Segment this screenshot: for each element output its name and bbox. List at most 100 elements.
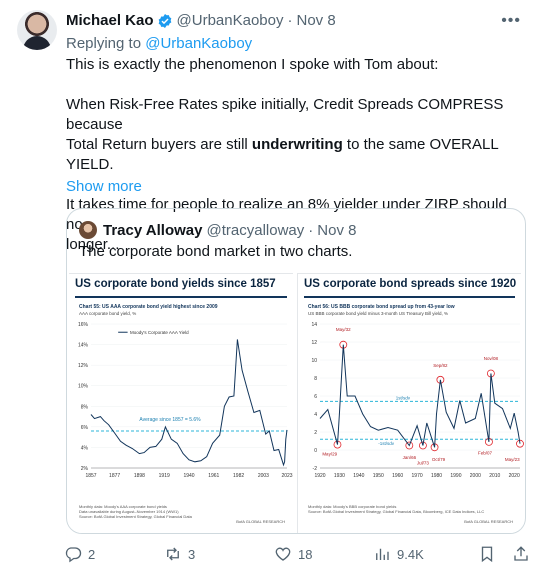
show-more-link[interactable]: Show more [66,178,142,195]
repost-button[interactable]: 3 [164,545,195,563]
annotation-label: May/32 [336,327,351,332]
y-tick-label: 10 [311,358,317,364]
replying-prefix: Replying to [66,35,142,52]
quoted-separator-dot: · [308,221,314,239]
x-tick-label: 2023 [281,473,292,479]
title-rule [304,296,515,298]
spreads-chart-brand: BofA GLOBAL RESEARCH [464,519,513,524]
spreads-chart: -2 0 2 4 6 8 10 12 14 1920 1930 1940 1950 1960 1970 198… [311,322,524,479]
y-tick-label: 8 [314,376,317,382]
x-tick-label: 1950 [373,473,384,479]
y-tick-label: 6 [314,394,317,400]
y-tick-label: 2% [81,466,89,472]
average-label: Average since 1857 = 5.6% [139,417,201,423]
y-tick-label: -2 [313,466,318,472]
y-tick-label: 0 [314,448,317,454]
x-tick-label: 1990 [450,473,461,479]
y-tick-label: 12% [78,363,89,369]
reply-count: 2 [88,546,96,562]
minus-sd-label: -1st/sdv [378,441,395,446]
y-tick-label: 12 [311,340,317,346]
y-tick-label: 10% [78,384,89,390]
verified-badge-icon [158,13,171,28]
spreads-chart-label: Chart 56: US BBB corporate bond spread u… [308,304,455,310]
x-tick-label: 1940 [183,473,194,479]
x-tick-label: 2020 [509,473,520,479]
author-avatar[interactable] [17,10,57,50]
x-tick-label: 1940 [353,473,364,479]
spreads-chart-title: US corporate bond spreads since 1920 [304,278,517,290]
x-tick-label: 1960 [392,473,403,479]
plus-sd-label: 1st/sdv [396,395,411,400]
y-tick-label: 4% [81,445,89,451]
series-line [90,339,288,467]
spreads-chart-panel[interactable]: US corporate bond spreads since 1920 Cha… [297,273,524,533]
bookmark-button[interactable] [478,545,502,563]
y-tick-label: 6% [81,425,89,431]
x-tick-label: 1930 [334,473,345,479]
tweet-line-2a: When Risk-Free Rates spike initially, Cr… [66,96,504,133]
quoted-tweet-date[interactable]: Nov 8 [317,222,356,239]
separator-dot: · [287,12,293,29]
share-button[interactable] [512,545,536,563]
replying-to: Replying to @UrbanKaoboy [66,35,252,52]
y-tick-label: 14% [78,343,89,349]
author-name[interactable]: Michael Kao [66,12,154,29]
quoted-tweet-text: The corporate bond market in two charts. [79,243,353,260]
author-handle[interactable]: @UrbanKaoboy [177,12,284,29]
quoted-tweet[interactable]: Tracy Alloway @tracyalloway · Nov 8 The … [66,208,526,534]
bold-underwriting: underwriting [251,136,343,153]
heart-icon [275,547,291,561]
title-rule [75,296,287,298]
tweet-line-1: This is exactly the phenomenon I spoke w… [66,56,439,73]
repost-icon [167,547,179,561]
y-tick-label: 8% [81,404,89,410]
x-tick-label: 2000 [470,473,481,479]
x-tick-label: 2010 [489,473,500,479]
yields-chart: 2% 4% 6% 8% 10% 12% 14% 16% 1857 1877 1898 1919 1940… [78,322,293,479]
views-chart-icon [376,548,389,560]
like-count: 18 [298,546,313,562]
more-options-icon[interactable]: ••• [501,12,521,30]
tweet-actions: 2 3 18 9.4K [60,545,530,565]
yields-chart-title: US corporate bond yields since 1857 [75,278,276,290]
x-tick-label: 2003 [258,473,269,479]
tweet-date[interactable]: Nov 8 [297,12,336,29]
yields-chart-label: Chart 55: US AAA corporate bond yield hi… [79,304,218,310]
yields-chart-footnote: Monthly data: Moody's AAA corporate bond… [79,504,192,519]
yields-chart-panel[interactable]: US corporate bond yields since 1857 Char… [69,273,293,533]
views-button[interactable]: 9.4K [373,545,424,563]
x-tick-label: 1970 [412,473,423,479]
annotation-label: Oct/79 [432,457,446,462]
annotation-label: May/29 [322,451,337,456]
x-tick-label: 1980 [431,473,442,479]
quoted-author-handle[interactable]: @tracyalloway [207,222,305,239]
x-tick-label: 1877 [109,473,120,479]
spreads-chart-footnote: Monthly data: Moody's BBB corporate bond… [308,504,485,514]
share-icon [514,546,528,561]
annotation-label: Nov/08 [484,356,499,361]
reply-button[interactable]: 2 [64,545,95,563]
views-count: 9.4K [397,546,424,562]
x-tick-label: 1982 [233,473,244,479]
like-button[interactable]: 18 [274,545,312,563]
y-tick-label: 14 [311,322,317,328]
yields-chart-sub: AAA corporate bond yield, % [79,311,137,316]
tweet-header: Michael Kao @UrbanKaoboy · Nov 8 [66,12,336,29]
quoted-author-avatar[interactable] [79,221,97,239]
yields-chart-brand: BofA GLOBAL RESEARCH [236,519,285,524]
y-tick-label: 16% [78,322,89,328]
x-tick-label: 1961 [208,473,219,479]
annotation-label: Feb/07 [478,451,493,456]
annotation-label: Jul/73 [417,460,430,465]
annotation-label: Jan/66 [403,455,417,460]
quoted-tweet-header: Tracy Alloway @tracyalloway · Nov 8 [79,221,356,239]
reply-icon [65,547,82,563]
quoted-author-name[interactable]: Tracy Alloway [103,222,203,239]
tweet-line-2b: Total Return buyers are still underwriti… [66,136,499,173]
spreads-chart-sub: US BBB corporate bond yield minus 3-mont… [308,311,449,316]
x-tick-label: 1857 [85,473,96,479]
replying-mention-link[interactable]: @UrbanKaoboy [145,35,252,52]
x-tick-label: 1919 [159,473,170,479]
annotation-label: Sep/82 [433,363,448,368]
